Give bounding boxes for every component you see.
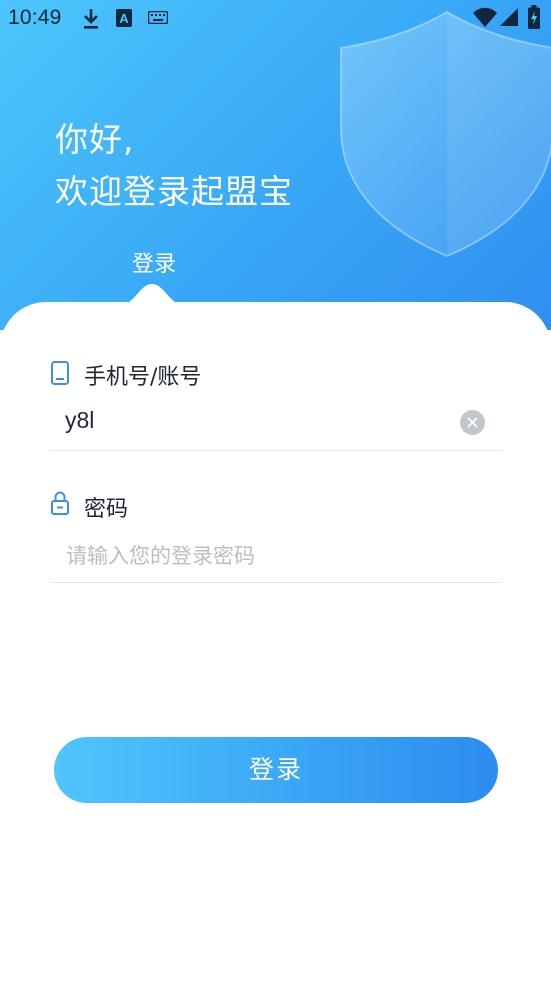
account-divider [50,450,502,451]
hero-banner: 10:49 A 你好, 欢迎登录起盟宝 登录 [0,0,551,330]
lock-icon [51,491,69,515]
wifi-icon [473,7,497,27]
svg-text:A: A [119,11,129,26]
login-button[interactable]: 登录 [54,737,498,803]
clear-button[interactable] [460,410,485,435]
shield-icon [340,10,551,258]
greeting-line-welcome: 欢迎登录起盟宝 [55,172,293,211]
account-input[interactable]: y8l [65,407,94,434]
close-icon [467,417,478,428]
battery-icon [528,5,540,29]
account-label: 手机号/账号 [84,365,202,390]
phone-icon [51,361,69,385]
signal-icon [500,8,518,26]
status-time: 10:49 [8,6,62,29]
keyboard-icon [148,11,168,24]
login-card [0,302,551,981]
tab-indicator [117,284,187,306]
password-input[interactable]: 请输入您的登录密码 [66,540,255,570]
password-label: 密码 [84,497,129,522]
greeting: 你好, 欢迎登录起盟宝 [55,114,293,218]
tab-login[interactable]: 登录 [132,246,176,278]
download-icon [84,9,98,29]
a-icon: A [116,9,132,27]
status-bar: 10:49 A [0,0,551,36]
password-divider [50,582,502,583]
greeting-line-hello: 你好, [55,120,135,159]
